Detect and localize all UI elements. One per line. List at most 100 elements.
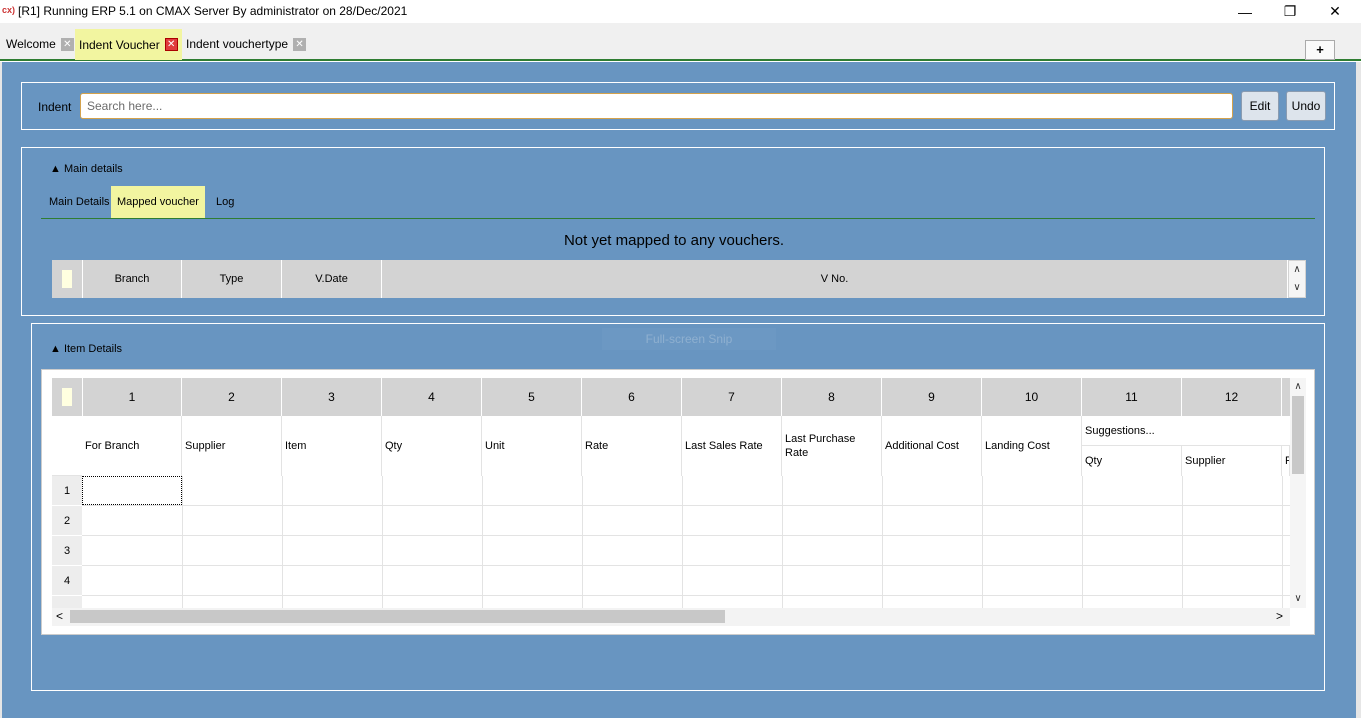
column-header-vdate[interactable]: V.Date [282, 260, 382, 298]
scroll-left-icon[interactable]: < [56, 609, 63, 623]
cell-divider [182, 476, 183, 608]
table-row[interactable] [82, 596, 1290, 608]
tab-welcome[interactable]: Welcome ✕ [2, 33, 78, 55]
column-number[interactable]: 2 [182, 378, 282, 416]
mapped-voucher-grid: Branch Type V.Date V No. ∧ ∨ [52, 260, 1306, 298]
column-number[interactable]: 8 [782, 378, 882, 416]
snip-overlay: Full-screen Snip [602, 328, 776, 350]
tab-indent-voucher[interactable]: Indent Voucher ✕ [75, 29, 182, 60]
cell-divider [982, 476, 983, 608]
indent-search-panel: Indent Edit Undo [21, 82, 1335, 130]
column-number[interactable]: 6 [582, 378, 682, 416]
cell-divider [482, 476, 483, 608]
cell-divider [1082, 476, 1083, 608]
main-details-toggle[interactable]: ▲ Main details [50, 163, 123, 175]
row-header-column: 1 2 3 4 [52, 416, 82, 608]
column-header-branch[interactable]: Branch [82, 260, 182, 298]
subtab-divider [41, 218, 1315, 219]
main-area: Indent Edit Undo ▲ Main details Main Det… [0, 62, 1361, 718]
column-number[interactable]: 1 [82, 378, 182, 416]
column-header-unit[interactable]: Unit [482, 416, 582, 476]
tab-label: Welcome [6, 37, 56, 51]
subtab-main-details[interactable]: Main Details [43, 186, 116, 218]
tab-label: Indent vouchertype [186, 37, 289, 51]
close-window-button[interactable]: ✕ [1312, 0, 1358, 23]
tab-label: Indent Voucher [79, 37, 160, 52]
column-number[interactable]: 3 [282, 378, 382, 416]
item-grid: 1 2 3 4 5 6 7 8 9 10 11 12 For Branch Su… [41, 369, 1315, 635]
table-row[interactable] [82, 566, 1290, 596]
item-grid-number-header: 1 2 3 4 5 6 7 8 9 10 11 12 [52, 378, 1290, 416]
item-details-panel: Full-screen Snip ▲ Item Details 1 2 3 4 … [31, 323, 1325, 691]
cell-divider [382, 476, 383, 608]
new-tab-button[interactable]: + [1305, 40, 1335, 60]
column-header-suggestion-supplier[interactable]: Supplier [1182, 446, 1282, 476]
scroll-down-icon[interactable]: ∨ [1289, 279, 1305, 297]
empty-message: Not yet mapped to any vouchers. [563, 232, 785, 249]
table-row[interactable] [82, 506, 1290, 536]
cell-divider [882, 476, 883, 608]
horizontal-scroll-thumb[interactable] [70, 610, 725, 623]
column-header-item[interactable]: Item [282, 416, 382, 476]
column-header-suggestion-qty[interactable]: Qty [1082, 446, 1182, 476]
indent-label: Indent [38, 100, 72, 114]
cell-divider [782, 476, 783, 608]
cell-divider [582, 476, 583, 608]
undo-button[interactable]: Undo [1286, 91, 1326, 121]
cell-divider [1282, 476, 1283, 608]
search-input[interactable] [80, 93, 1233, 119]
scroll-up-icon[interactable]: ∧ [1289, 261, 1305, 279]
column-number[interactable]: 10 [982, 378, 1082, 416]
table-row[interactable] [82, 536, 1290, 566]
column-header-vno[interactable]: V No. [382, 260, 1288, 298]
column-header-last-sales-rate[interactable]: Last Sales Rate [682, 416, 782, 476]
close-icon[interactable]: ✕ [293, 37, 307, 51]
vertical-scroll-thumb[interactable] [1292, 396, 1304, 474]
maximize-button[interactable]: ❐ [1267, 0, 1313, 23]
scroll-up-icon[interactable]: ∧ [1290, 378, 1306, 396]
column-number[interactable]: 9 [882, 378, 982, 416]
column-header-suggestion-partial[interactable]: F [1282, 446, 1290, 476]
column-number[interactable]: 12 [1182, 378, 1282, 416]
column-header-rate[interactable]: Rate [582, 416, 682, 476]
grid-corner-marker [62, 270, 72, 288]
subtab-mapped-voucher[interactable]: Mapped voucher [111, 186, 205, 218]
subtab-log[interactable]: Log [210, 186, 240, 218]
grid-corner-marker [62, 388, 72, 406]
column-number[interactable]: 11 [1082, 378, 1182, 416]
column-header-landing-cost[interactable]: Landing Cost [982, 416, 1082, 476]
column-header-last-purchase-rate[interactable]: Last Purchase Rate [782, 416, 882, 476]
edit-button[interactable]: Edit [1241, 91, 1279, 121]
horizontal-scrollbar[interactable]: < > [52, 608, 1290, 626]
item-details-toggle[interactable]: ▲ Item Details [50, 343, 122, 355]
column-number[interactable]: 5 [482, 378, 582, 416]
item-grid-title-header: For Branch Supplier Item Qty Unit Rate L… [82, 416, 1290, 476]
column-number[interactable]: 7 [682, 378, 782, 416]
column-header-supplier[interactable]: Supplier [182, 416, 282, 476]
app-icon: cx) [2, 5, 16, 15]
row-number[interactable]: 2 [52, 506, 82, 536]
minimize-button[interactable]: — [1222, 0, 1268, 23]
cell-divider [682, 476, 683, 608]
table-row[interactable] [82, 476, 1290, 506]
scroll-down-icon[interactable]: ∨ [1290, 590, 1306, 608]
close-icon[interactable]: ✕ [164, 38, 178, 51]
column-header-type[interactable]: Type [182, 260, 282, 298]
row-header-spacer [52, 416, 82, 476]
active-cell[interactable] [82, 476, 182, 505]
row-number[interactable]: 4 [52, 566, 82, 596]
column-header-qty[interactable]: Qty [382, 416, 482, 476]
row-number[interactable]: 1 [52, 476, 82, 506]
close-icon[interactable]: ✕ [60, 37, 74, 51]
scroll-right-icon[interactable]: > [1276, 609, 1283, 623]
vertical-scrollbar[interactable]: ∧ ∨ [1290, 378, 1306, 608]
window-title: [R1] Running ERP 5.1 on CMAX Server By a… [18, 4, 408, 18]
column-group-suggestions[interactable]: Suggestions... [1082, 416, 1290, 446]
column-number[interactable]: 4 [382, 378, 482, 416]
column-header-additional-cost[interactable]: Additional Cost [882, 416, 982, 476]
row-number[interactable]: 3 [52, 536, 82, 566]
tab-indent-vouchertype[interactable]: Indent vouchertype ✕ [182, 33, 310, 55]
tab-strip: Welcome ✕ Indent Voucher ✕ Indent vouche… [0, 23, 1361, 61]
column-header-for-branch[interactable]: For Branch [82, 416, 182, 476]
vertical-scrollbar[interactable]: ∧ ∨ [1289, 261, 1305, 297]
